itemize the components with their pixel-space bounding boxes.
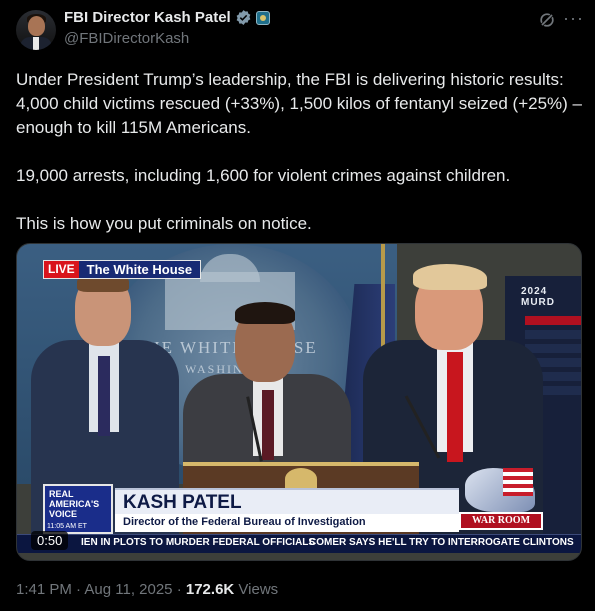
- news-ticker: IEN IN PLOTS TO MURDER FEDERAL OFFICIALS…: [17, 534, 581, 553]
- avatar-shirt: [33, 37, 39, 50]
- live-bug: LIVE The White House: [43, 260, 202, 279]
- video-player[interactable]: THE WHITE HOUSE WASHINGTON 2024 MURD LIV…: [16, 243, 582, 561]
- avatar-face: [28, 16, 45, 36]
- tweet-time[interactable]: 1:41 PM: [16, 581, 72, 598]
- person-right-hair: [413, 264, 487, 290]
- meta-separator: ·: [76, 581, 82, 598]
- person-center-hair: [235, 302, 295, 324]
- chyron-name-bar: KASH PATEL: [115, 488, 459, 516]
- fbi-affiliation-icon[interactable]: [255, 10, 270, 25]
- network-logo: REAL AMERICA'S VOICE 11:05 AM ET: [43, 484, 113, 534]
- ticker-text: IEN IN PLOTS TO MURDER FEDERAL OFFICIALS: [81, 537, 316, 548]
- verified-badge-icon[interactable]: [235, 9, 252, 26]
- chyron-name: KASH PATEL: [123, 492, 242, 513]
- network-logo-text: REAL AMERICA'S VOICE: [49, 489, 100, 519]
- screen-row: [525, 330, 581, 339]
- location-label: The White House: [78, 261, 201, 278]
- tweet-date[interactable]: Aug 11, 2025: [84, 581, 172, 598]
- broadcast-time: 11:05 AM ET: [47, 523, 87, 530]
- person-center-tie: [262, 390, 274, 460]
- grok-icon[interactable]: [537, 10, 557, 30]
- person-left-tie: [98, 356, 110, 436]
- tweet-meta: 1:41 PM · Aug 11, 2025 · 172.6K Views: [16, 581, 278, 598]
- live-label: LIVE: [44, 261, 79, 278]
- author-handle[interactable]: @FBIDirectorKash: [64, 30, 189, 47]
- lower-third: REAL AMERICA'S VOICE 11:05 AM ET KASH PA…: [43, 484, 459, 534]
- tweet-paragraph: This is how you put criminals on notice.: [16, 214, 312, 233]
- author-avatar[interactable]: [16, 10, 56, 50]
- tweet-paragraph: 19,000 arrests, including 1,600 for viol…: [16, 166, 511, 185]
- tweet-paragraph: Under President Trump’s leadership, the …: [16, 70, 583, 137]
- tweet-text: Under President Trump’s leadership, the …: [16, 68, 584, 260]
- views-count[interactable]: 172.6K: [186, 581, 234, 598]
- screen-row: [525, 316, 581, 325]
- chyron-title: Director of the Federal Bureau of Invest…: [123, 516, 366, 528]
- person-right-tie: [447, 352, 463, 462]
- screen-row: [525, 344, 581, 353]
- flag-stripes: [503, 468, 533, 496]
- chyron-title-bar: Director of the Federal Bureau of Invest…: [115, 514, 459, 532]
- background-screen-title: 2024 MURD: [521, 286, 555, 308]
- video-duration: 0:50: [31, 531, 69, 550]
- author-name-row: FBI Director Kash Patel: [64, 9, 270, 26]
- more-icon[interactable]: ···: [563, 8, 584, 29]
- war-room-label: WAR ROOM: [459, 512, 543, 530]
- ticker-text: COMER SAYS HE'LL TRY TO INTERROGATE CLIN…: [309, 537, 574, 548]
- views-label: Views: [238, 581, 279, 598]
- author-display-name[interactable]: FBI Director Kash Patel: [64, 9, 231, 26]
- meta-separator: ·: [176, 581, 182, 598]
- war-room-logo: WAR ROOM: [457, 466, 547, 534]
